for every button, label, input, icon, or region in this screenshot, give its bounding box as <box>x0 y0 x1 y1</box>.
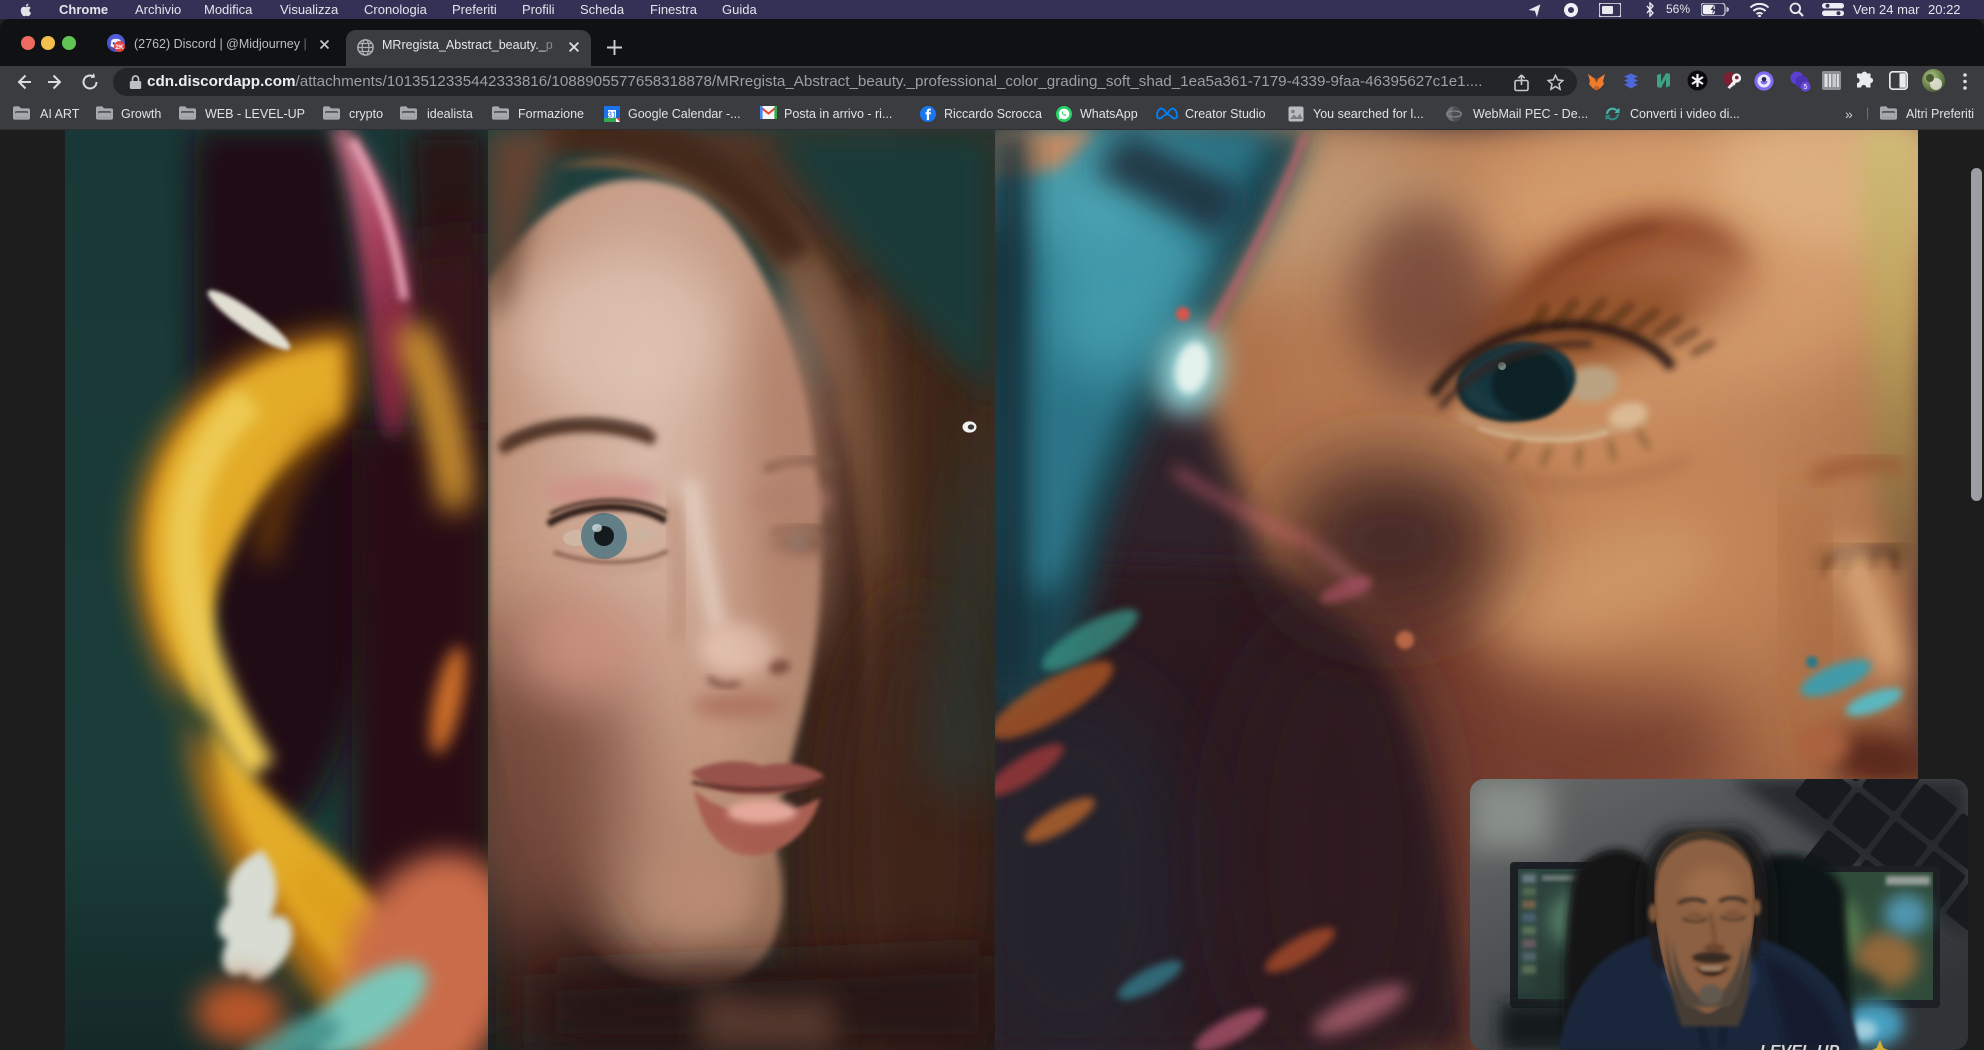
svg-text:31: 31 <box>608 111 617 120</box>
svg-text:5: 5 <box>1804 84 1808 91</box>
svg-text:2K: 2K <box>115 44 124 51</box>
